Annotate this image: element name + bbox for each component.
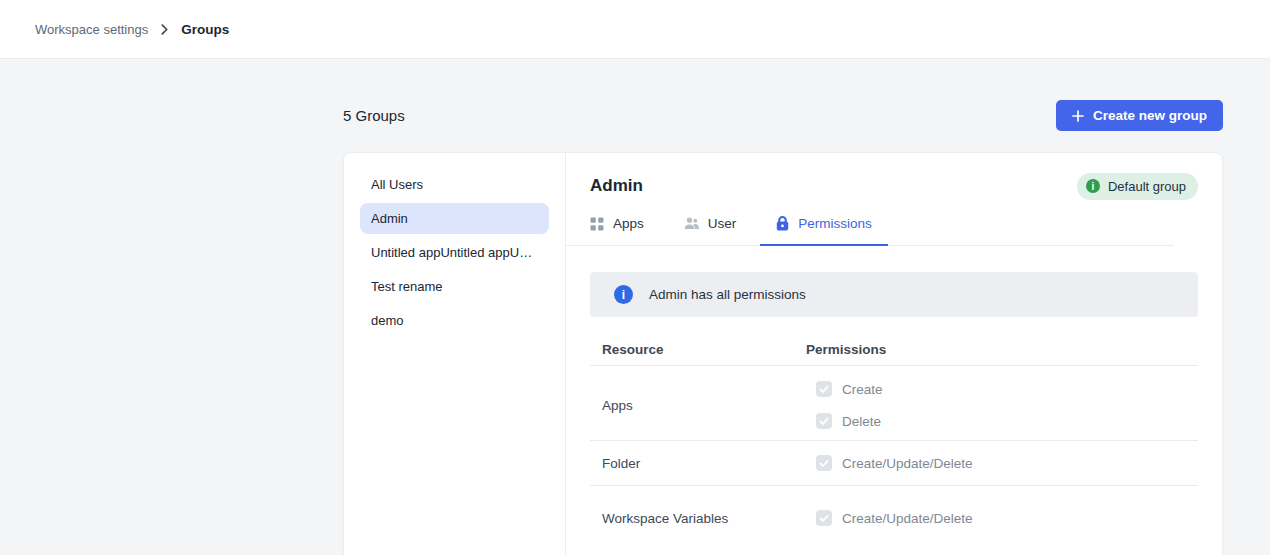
group-item-admin[interactable]: Admin xyxy=(360,203,549,234)
create-new-group-button[interactable]: Create new group xyxy=(1056,100,1223,131)
plus-icon xyxy=(1072,110,1084,122)
checkbox-apps-create[interactable] xyxy=(816,381,832,397)
lock-icon xyxy=(776,216,789,231)
checkbox-workspace-variables-cud[interactable] xyxy=(816,510,832,526)
breadcrumb-workspace-settings[interactable]: Workspace settings xyxy=(35,22,148,37)
groups-toolbar: 5 Groups Create new group xyxy=(343,100,1223,131)
table-row-apps: Apps Create Delete xyxy=(590,366,1198,441)
group-title: Admin xyxy=(590,176,643,196)
default-group-badge: i Default group xyxy=(1077,173,1198,200)
permissions-table-header: Resource Permissions xyxy=(590,317,1198,366)
column-header-permissions: Permissions xyxy=(806,342,886,357)
group-detail-panel: Admin i Default group Apps User xyxy=(566,153,1222,555)
resource-label: Folder xyxy=(602,447,806,479)
permission-label: Create/Update/Delete xyxy=(842,511,973,526)
table-row-folder: Folder Create/Update/Delete xyxy=(590,441,1198,486)
apps-grid-icon xyxy=(590,217,604,231)
checkbox-folder-cud[interactable] xyxy=(816,455,832,471)
users-icon xyxy=(684,217,699,230)
tab-user[interactable]: User xyxy=(668,211,753,246)
column-header-resource: Resource xyxy=(602,342,806,357)
info-circle-icon: i xyxy=(1086,179,1100,193)
permission-label: Create xyxy=(842,382,883,397)
chevron-right-icon xyxy=(159,24,170,35)
resource-label: Workspace Variables xyxy=(602,502,806,534)
resource-label: Apps xyxy=(602,373,806,437)
permissions-info-banner: i Admin has all permissions xyxy=(590,272,1198,317)
detail-tabs: Apps User Permissions xyxy=(565,211,1174,246)
group-item-test-rename[interactable]: Test rename xyxy=(360,271,549,302)
top-bar: Workspace settings Groups xyxy=(0,0,1270,59)
info-circle-icon: i xyxy=(614,285,633,304)
tab-apps[interactable]: Apps xyxy=(574,211,660,246)
group-item-all-users[interactable]: All Users xyxy=(360,169,549,200)
breadcrumb-groups: Groups xyxy=(181,22,229,37)
checkbox-apps-delete[interactable] xyxy=(816,413,832,429)
groups-list: All Users Admin Untitled appUntitled app… xyxy=(344,153,566,555)
permission-label: Delete xyxy=(842,414,881,429)
groups-card: All Users Admin Untitled appUntitled app… xyxy=(343,152,1223,555)
group-item-untitled-app[interactable]: Untitled appUntitled appUntitle… xyxy=(360,237,549,268)
groups-count: 5 Groups xyxy=(343,107,405,124)
permission-label: Create/Update/Delete xyxy=(842,456,973,471)
tab-permissions[interactable]: Permissions xyxy=(760,211,888,246)
table-row-workspace-variables: Workspace Variables Create/Update/Delete xyxy=(590,486,1198,550)
group-item-demo[interactable]: demo xyxy=(360,305,549,336)
